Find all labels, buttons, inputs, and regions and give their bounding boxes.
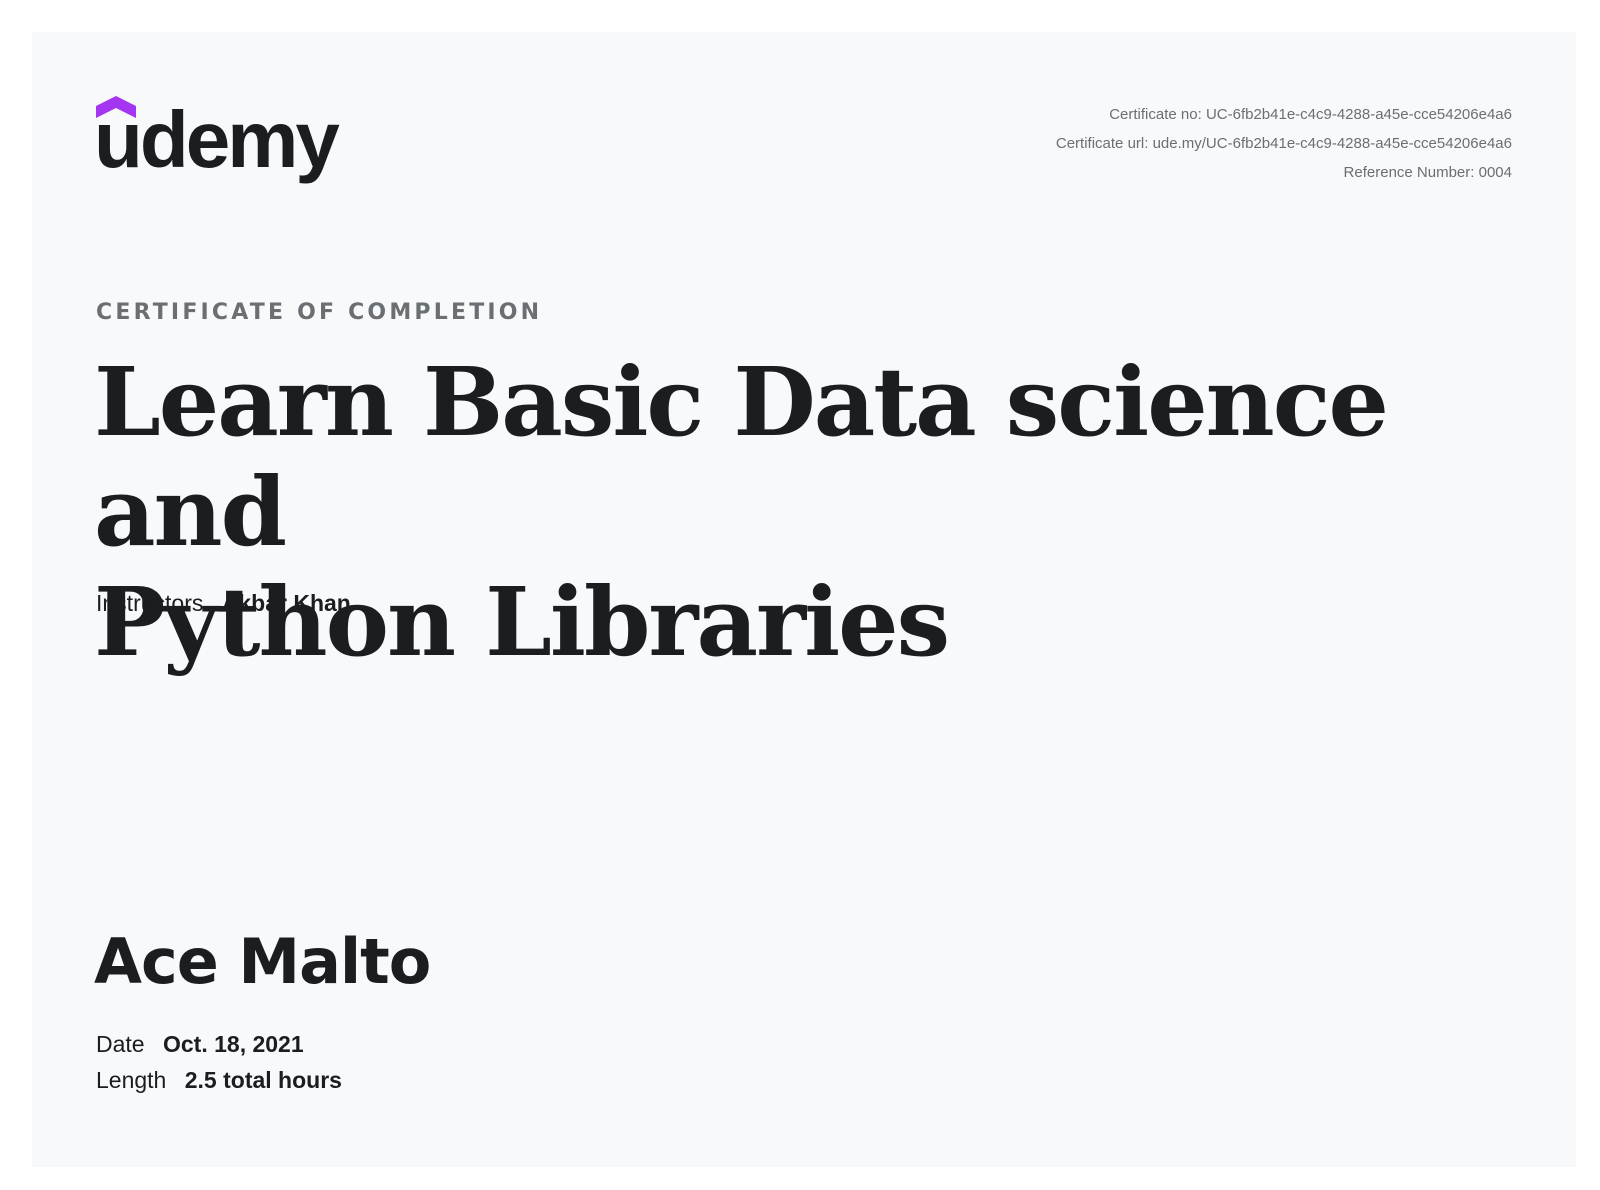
certificate-number-label: Certificate no: xyxy=(1109,106,1202,123)
udemy-logo: udemy xyxy=(94,95,366,196)
certificate-url[interactable]: ude.my/UC-6fb2b41e-c4c9-4288-a45e-cce542… xyxy=(1153,135,1512,152)
certificate-url-label: Certificate url: xyxy=(1055,135,1149,152)
certificate: udemy Certificate no: UC-6fb2b41e-c4c9-4… xyxy=(32,32,1576,1167)
date-row: Date Oct. 18, 2021 xyxy=(96,1026,342,1062)
course-title-line-2: Python Libraries xyxy=(94,567,950,678)
reference-number-row: Reference Number: 0004 xyxy=(1056,158,1512,187)
instructor-name: Akbar Khan xyxy=(221,590,351,616)
course-title: Learn Basic Data science and Python Libr… xyxy=(94,348,1474,678)
instructors: Instructors Akbar Khan xyxy=(96,590,351,617)
brand-name: udemy xyxy=(94,95,340,184)
length-row: Length 2.5 total hours xyxy=(96,1062,342,1098)
length-value: 2.5 total hours xyxy=(184,1067,342,1093)
certificate-number: UC-6fb2b41e-c4c9-4288-a45e-cce54206e4a6 xyxy=(1205,106,1512,123)
length-label: Length xyxy=(96,1067,167,1093)
certificate-meta: Certificate no: UC-6fb2b41e-c4c9-4288-a4… xyxy=(1056,100,1512,187)
certificate-url-row: Certificate url: ude.my/UC-6fb2b41e-c4c9… xyxy=(1056,129,1512,158)
instructors-label: Instructors xyxy=(96,590,204,616)
certificate-heading: CERTIFICATE OF COMPLETION xyxy=(96,300,543,325)
date-label: Date xyxy=(96,1031,145,1057)
certificate-number-row: Certificate no: UC-6fb2b41e-c4c9-4288-a4… xyxy=(1056,100,1512,129)
student-name: Ace Malto xyxy=(94,925,431,998)
course-title-line-1: Learn Basic Data science and xyxy=(94,347,1389,568)
certificate-details: Date Oct. 18, 2021 Length 2.5 total hour… xyxy=(96,1026,342,1098)
date-value: Oct. 18, 2021 xyxy=(162,1031,304,1057)
reference-number-label: Reference Number: xyxy=(1343,164,1475,181)
reference-number: 0004 xyxy=(1478,164,1512,181)
